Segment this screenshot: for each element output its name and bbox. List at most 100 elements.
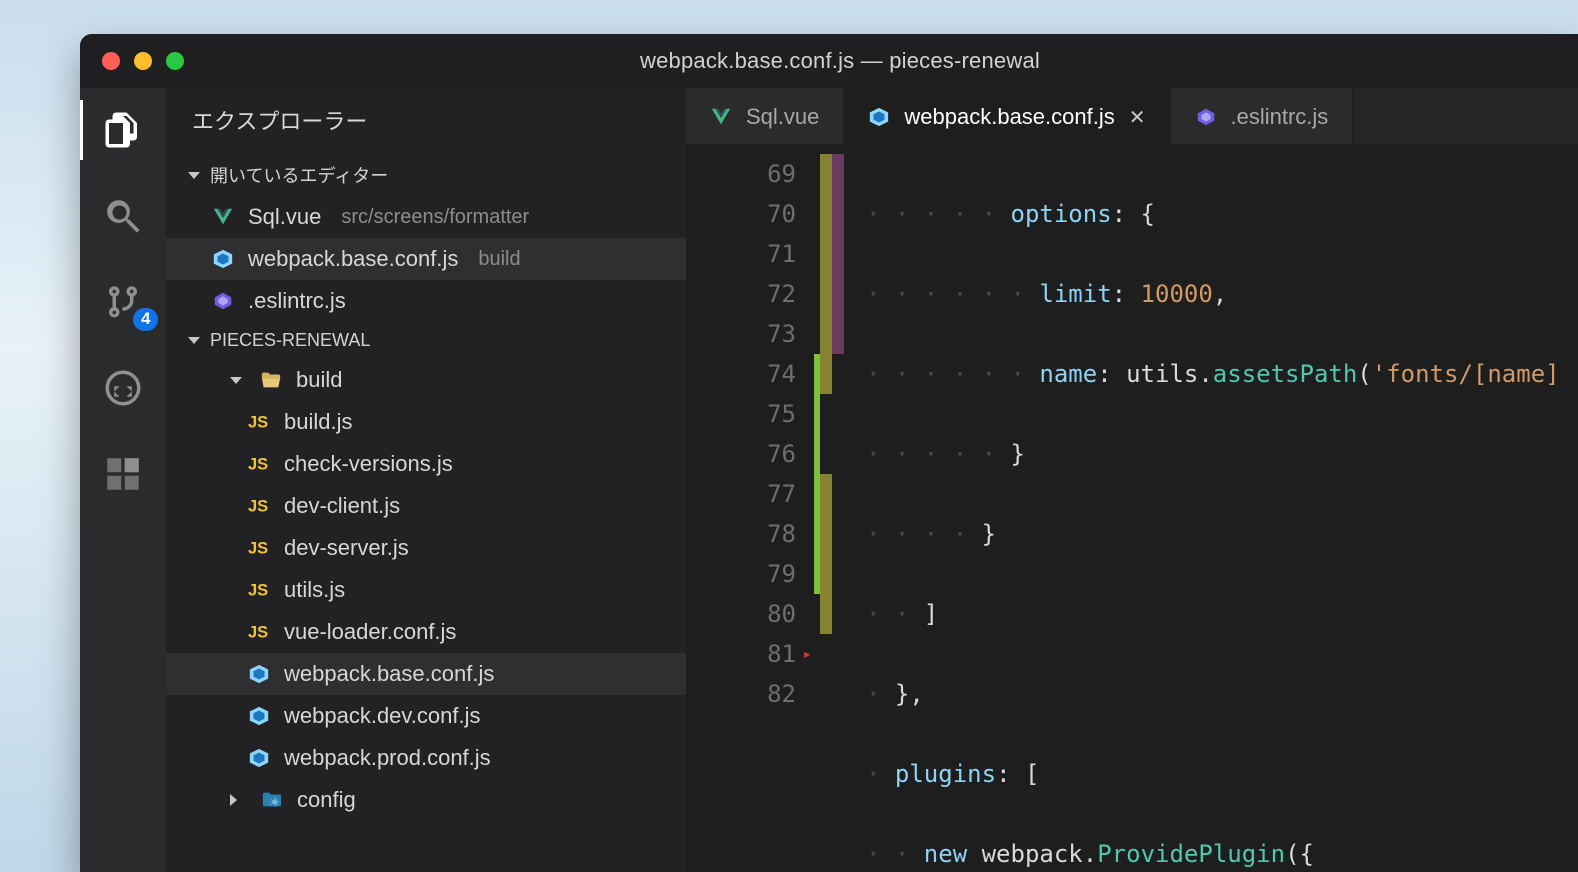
code-token: assetsPath [1213, 360, 1358, 388]
js-icon: JS [248, 579, 270, 601]
tab-label: Sql.vue [746, 104, 819, 130]
folder-name: config [297, 787, 356, 813]
file-name: webpack.prod.conf.js [284, 745, 491, 771]
chevron-down-icon [188, 172, 200, 179]
folder-name: build [296, 367, 342, 393]
folder-open-icon [260, 369, 282, 391]
tab-webpackbase[interactable]: webpack.base.conf.js ✕ [844, 88, 1170, 144]
explorer-sidebar: エクスプローラー 開いているエディター Sql.vue src/screens/… [166, 88, 686, 872]
line-number: 74 [686, 354, 796, 394]
line-number: 71 [686, 234, 796, 274]
file-name: dev-server.js [284, 535, 409, 561]
file-vueloader[interactable]: JS vue-loader.conf.js [166, 611, 686, 653]
code-token: : { [1112, 200, 1155, 228]
window-close-dot[interactable] [102, 52, 120, 70]
tab-eslintrc[interactable]: .eslintrc.js [1171, 88, 1354, 144]
svg-text:JS: JS [248, 414, 268, 432]
line-number: 82 [686, 674, 796, 714]
chevron-down-icon [188, 337, 200, 344]
file-webpack-prod[interactable]: webpack.prod.conf.js [166, 737, 686, 779]
folder-config[interactable]: config [166, 779, 686, 821]
webpack-icon [248, 663, 270, 685]
vscode-window: webpack.base.conf.js — pieces-renewal 4 [80, 34, 1578, 872]
file-webpack-dev[interactable]: webpack.dev.conf.js [166, 695, 686, 737]
file-checkversions[interactable]: JS check-versions.js [166, 443, 686, 485]
folder-build[interactable]: build [166, 359, 686, 401]
tab-label: .eslintrc.js [1231, 104, 1329, 130]
explorer-activity[interactable] [99, 106, 147, 154]
open-editors-label: 開いているエディター [210, 162, 388, 188]
open-editor-item-sqlvue[interactable]: Sql.vue src/screens/formatter [166, 196, 686, 238]
code-token: ({ [1285, 840, 1314, 868]
js-icon: JS [248, 621, 270, 643]
window-fullscreen-dot[interactable] [166, 52, 184, 70]
sidebar-title: エクスプローラー [166, 88, 686, 154]
open-editors-section[interactable]: 開いているエディター [166, 154, 686, 196]
chevron-down-icon [230, 377, 242, 384]
webpack-icon [248, 705, 270, 727]
code-token: options [1011, 200, 1112, 228]
code-token: limit [1039, 280, 1111, 308]
code-token: ] [924, 600, 938, 628]
tab-bar: Sql.vue webpack.base.conf.js ✕ .eslintrc… [686, 88, 1578, 144]
js-icon: JS [248, 537, 270, 559]
open-editor-item-eslintrc[interactable]: .eslintrc.js [166, 280, 686, 322]
close-icon[interactable]: ✕ [1129, 105, 1146, 130]
file-name: check-versions.js [284, 451, 453, 477]
open-editor-item-webpackbase[interactable]: webpack.base.conf.js build [166, 238, 686, 280]
open-editor-path: build [478, 248, 520, 271]
file-name: dev-client.js [284, 493, 400, 519]
js-icon: JS [248, 495, 270, 517]
scm-badge: 4 [133, 308, 158, 331]
line-number: 78 [686, 514, 796, 554]
debug-activity[interactable] [99, 364, 147, 412]
svg-text:JS: JS [248, 624, 268, 642]
code-token: webpack [982, 840, 1083, 868]
extensions-activity[interactable] [99, 450, 147, 498]
chevron-right-icon [230, 794, 243, 806]
js-icon: JS [248, 453, 270, 475]
project-section[interactable]: PIECES-RENEWAL [166, 322, 686, 359]
code-token: : [ [996, 760, 1039, 788]
line-number: 73 [686, 314, 796, 354]
code-token: new [924, 840, 967, 868]
svg-text:JS: JS [248, 582, 268, 600]
editor-group: Sql.vue webpack.base.conf.js ✕ .eslintrc… [686, 88, 1578, 872]
code-token: ProvidePlugin [1097, 840, 1285, 868]
code-token: plugins [895, 760, 996, 788]
code-content[interactable]: · · · · · options: { · · · · · · limit: … [852, 144, 1578, 872]
svg-text:JS: JS [248, 456, 268, 474]
file-webpack-base[interactable]: webpack.base.conf.js [166, 653, 686, 695]
line-number: 79 [686, 554, 796, 594]
code-token: name [1039, 360, 1097, 388]
line-number: 72 [686, 274, 796, 314]
line-number-gutter: 69 70 71 72 73 74 75 76 77 78 79 80 81 8… [686, 144, 814, 872]
code-token: } [982, 520, 996, 548]
code-editor[interactable]: 69 70 71 72 73 74 75 76 77 78 79 80 81 8… [686, 144, 1578, 872]
file-utils[interactable]: JS utils.js [166, 569, 686, 611]
breakpoint-marker-icon[interactable]: ▸ [802, 634, 812, 674]
file-buildjs[interactable]: JS build.js [166, 401, 686, 443]
tab-sqlvue[interactable]: Sql.vue [686, 88, 844, 144]
tab-label: webpack.base.conf.js [904, 104, 1114, 130]
file-devserver[interactable]: JS dev-server.js [166, 527, 686, 569]
eslint-icon [212, 290, 234, 312]
window-title: webpack.base.conf.js — pieces-renewal [184, 48, 1556, 74]
svg-text:JS: JS [248, 498, 268, 516]
file-name: webpack.base.conf.js [284, 661, 494, 687]
code-token: }, [895, 680, 924, 708]
webpack-icon [248, 747, 270, 769]
line-number: 77 [686, 474, 796, 514]
webpack-icon [868, 106, 890, 128]
file-name: vue-loader.conf.js [284, 619, 456, 645]
search-activity[interactable] [99, 192, 147, 240]
scm-activity[interactable]: 4 [99, 278, 147, 326]
webpack-icon [212, 248, 234, 270]
bug-icon [102, 367, 144, 409]
line-number: 75 [686, 394, 796, 434]
code-token: utils [1126, 360, 1198, 388]
file-devclient[interactable]: JS dev-client.js [166, 485, 686, 527]
window-minimize-dot[interactable] [134, 52, 152, 70]
file-name: utils.js [284, 577, 345, 603]
vue-icon [212, 206, 234, 228]
